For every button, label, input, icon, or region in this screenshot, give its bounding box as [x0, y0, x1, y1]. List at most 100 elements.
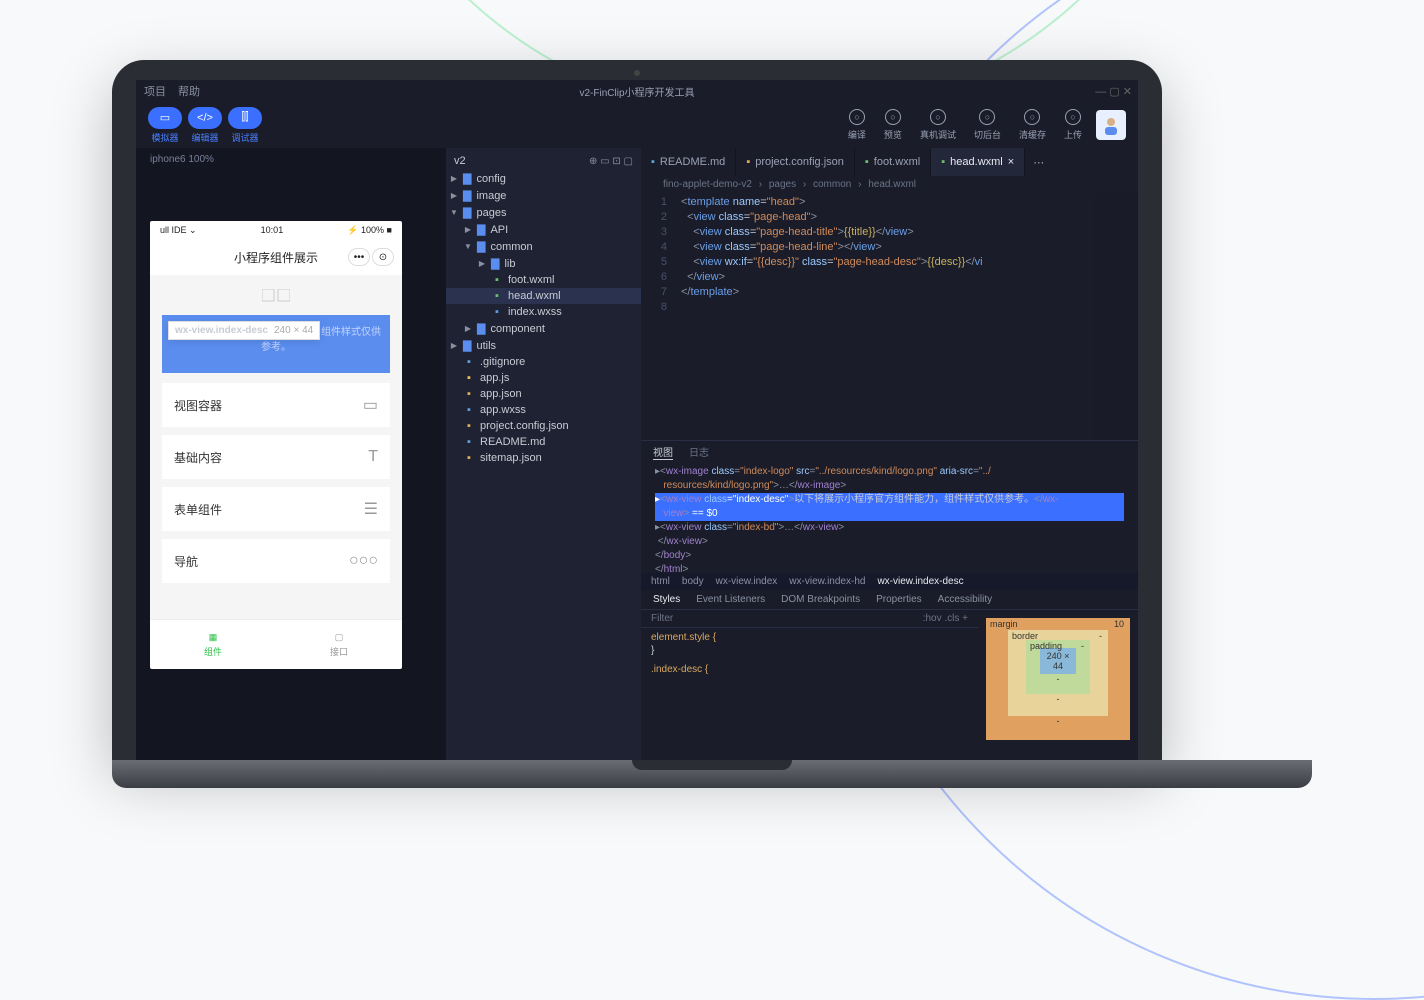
close-icon[interactable]: ⊙ — [372, 248, 394, 266]
editor-tab[interactable]: ▪head.wxml× — [931, 148, 1025, 176]
tree-root[interactable]: v2 — [454, 155, 466, 167]
tabbar-item[interactable]: ▢接口 — [276, 620, 402, 669]
menu-card[interactable]: 基础内容T — [162, 435, 390, 479]
menu-card[interactable]: 表单组件☰ — [162, 487, 390, 531]
window-controls[interactable]: — ▢ ✕ — [1095, 85, 1132, 98]
tree-file[interactable]: ▪README.md — [446, 434, 641, 450]
folder-icon: ▇ — [491, 257, 499, 270]
code-editor[interactable]: 1<template name="head">2 <view class="pa… — [641, 193, 1138, 440]
css-rules[interactable]: element.style {}.index-desc {</span></di… — [641, 628, 978, 679]
toolbar-action[interactable]: ○预览 — [884, 109, 902, 141]
dom-crumb[interactable]: html — [651, 576, 670, 587]
tree-file[interactable]: ▪project.config.json — [446, 418, 641, 434]
tree-file[interactable]: ▪.gitignore — [446, 354, 641, 370]
folder-icon: ▇ — [463, 172, 471, 185]
tree-folder[interactable]: ▶▇config — [446, 170, 641, 187]
minimap[interactable] — [1094, 193, 1138, 440]
mode-pill[interactable]: ▭ — [148, 107, 182, 129]
style-tab[interactable]: Styles — [653, 594, 680, 605]
titlebar: 项目帮助 v2-FinClip小程序开发工具 — ▢ ✕ — [136, 80, 1138, 102]
card-icon: T — [368, 448, 378, 466]
dom-crumb[interactable]: wx-view.index-hd — [789, 576, 865, 587]
dev-tab[interactable]: 日志 — [689, 444, 709, 460]
tree-folder[interactable]: ▶▇utils — [446, 337, 641, 354]
toolbar-action[interactable]: ○上传 — [1064, 109, 1082, 141]
tree-folder[interactable]: ▶▇API — [446, 221, 641, 238]
tree-file[interactable]: ▪head.wxml — [446, 288, 641, 304]
tree-folder[interactable]: ▼▇pages — [446, 204, 641, 221]
file-icon: ▪ — [463, 388, 475, 400]
styles-tabs[interactable]: Styles Event Listeners DOM Breakpoints Prop… — [641, 590, 1138, 610]
tree-file[interactable]: ▪app.wxss — [446, 402, 641, 418]
dom-node[interactable]: </wx-view> — [655, 535, 1124, 549]
dom-crumb[interactable]: body — [682, 576, 704, 587]
dom-node[interactable]: </html> — [655, 563, 1124, 573]
menu-item[interactable]: 项目 — [144, 83, 166, 99]
close-icon[interactable]: × — [1008, 156, 1014, 168]
dom-node[interactable]: ▸<wx-image class="index-logo" src="../re… — [655, 465, 1124, 479]
tree-folder[interactable]: ▶▇component — [446, 320, 641, 337]
dom-node[interactable]: ▸<wx-view class="index-desc">以下将展示小程序官方组… — [655, 493, 1124, 507]
folder-icon: ▇ — [477, 223, 485, 236]
tree-actions[interactable]: ⊕ ▭ ⊡ ▢ — [589, 156, 633, 167]
filter-input[interactable]: Filter — [651, 613, 673, 624]
style-tab[interactable]: Properties — [876, 594, 922, 605]
toolbar-action[interactable]: ○清缓存 — [1019, 109, 1046, 141]
editor-tab[interactable]: ▪README.md — [641, 148, 736, 176]
filter-toggles[interactable]: :hov .cls + — [923, 613, 968, 624]
editor-tab[interactable]: ▪project.config.json — [736, 148, 855, 176]
editor-tab[interactable]: ▪foot.wxml — [855, 148, 931, 176]
mode-pill[interactable]: ⫿⫿ — [228, 107, 262, 129]
card-icon: ○○○ — [349, 552, 378, 570]
breadcrumb-item[interactable]: head.wxml — [868, 179, 916, 190]
file-icon: ▪ — [463, 372, 475, 384]
tree-folder[interactable]: ▶▇lib — [446, 255, 641, 272]
dev-tab[interactable]: 视图 — [653, 444, 673, 460]
breadcrumb-item[interactable]: pages — [769, 179, 796, 190]
editor-area: ▪README.md▪project.config.json▪foot.wxml… — [641, 148, 1138, 760]
menu-card[interactable]: 视图容器▭ — [162, 383, 390, 427]
mode-pill[interactable]: </> — [188, 107, 222, 129]
line-number: 8 — [641, 300, 681, 315]
tree-file[interactable]: ▪app.js — [446, 370, 641, 386]
tree-file[interactable]: ▪index.wxss — [446, 304, 641, 320]
more-icon[interactable]: ⋯ — [1025, 156, 1052, 169]
avatar[interactable] — [1096, 110, 1126, 140]
menu-card[interactable]: 导航○○○ — [162, 539, 390, 583]
style-tab[interactable]: Event Listeners — [696, 594, 765, 605]
logo-placeholder — [162, 283, 390, 309]
breadcrumb-item[interactable]: fino-applet-demo-v2 — [663, 179, 752, 190]
toolbar-action[interactable]: ○真机调试 — [920, 109, 956, 141]
menu-item[interactable]: 帮助 — [178, 83, 200, 99]
tree-folder[interactable]: ▼▇common — [446, 238, 641, 255]
file-icon: ▪ — [941, 156, 945, 168]
dom-breadcrumb[interactable]: html body wx-view.index wx-view.index-hd wx-… — [641, 573, 1138, 590]
folder-icon: ▇ — [463, 189, 471, 202]
tree-file[interactable]: ▪foot.wxml — [446, 272, 641, 288]
pill-label: 模拟器 — [151, 131, 178, 144]
more-icon[interactable]: ••• — [348, 248, 370, 266]
dom-node[interactable]: resources/kind/logo.png">…</wx-image> — [655, 479, 1124, 493]
dom-node[interactable]: view> == $0 — [655, 507, 1124, 521]
simulator-panel: iphone6 100% ull IDE ⌄ 10:01 ⚡ 100% ■ 小程… — [136, 148, 446, 760]
tree-file[interactable]: ▪app.json — [446, 386, 641, 402]
phone-simulator: ull IDE ⌄ 10:01 ⚡ 100% ■ 小程序组件展示 ••• ⊙ — [150, 221, 402, 669]
breadcrumb-item[interactable]: common — [813, 179, 851, 190]
dom-node[interactable]: </body> — [655, 549, 1124, 563]
dom-inspector[interactable]: ▸<wx-image class="index-logo" src="../re… — [641, 463, 1138, 573]
breadcrumb[interactable]: fino-applet-demo-v2 › pages › common › h… — [641, 176, 1138, 193]
tree-file[interactable]: ▪sitemap.json — [446, 450, 641, 466]
style-tab[interactable]: DOM Breakpoints — [781, 594, 860, 605]
dom-crumb[interactable]: wx-view.index-desc — [877, 576, 963, 587]
card-icon: ☰ — [364, 499, 378, 519]
dom-node[interactable]: ▸<wx-view class="index-bd">…</wx-view> — [655, 521, 1124, 535]
toolbar-action[interactable]: ○编译 — [848, 109, 866, 141]
dom-crumb[interactable]: wx-view.index — [716, 576, 778, 587]
line-number: 3 — [641, 225, 681, 240]
toolbar-action[interactable]: ○切后台 — [974, 109, 1001, 141]
toolbar: ▭模拟器</>编辑器⫿⫿调试器 ○编译○预览○真机调试○切后台○清缓存○上传 — [136, 102, 1138, 148]
style-tab[interactable]: Accessibility — [938, 594, 992, 605]
tree-folder[interactable]: ▶▇image — [446, 187, 641, 204]
tabbar-item[interactable]: ▦组件 — [150, 620, 276, 669]
devtools-tabs[interactable]: 视图日志 — [641, 441, 1138, 463]
